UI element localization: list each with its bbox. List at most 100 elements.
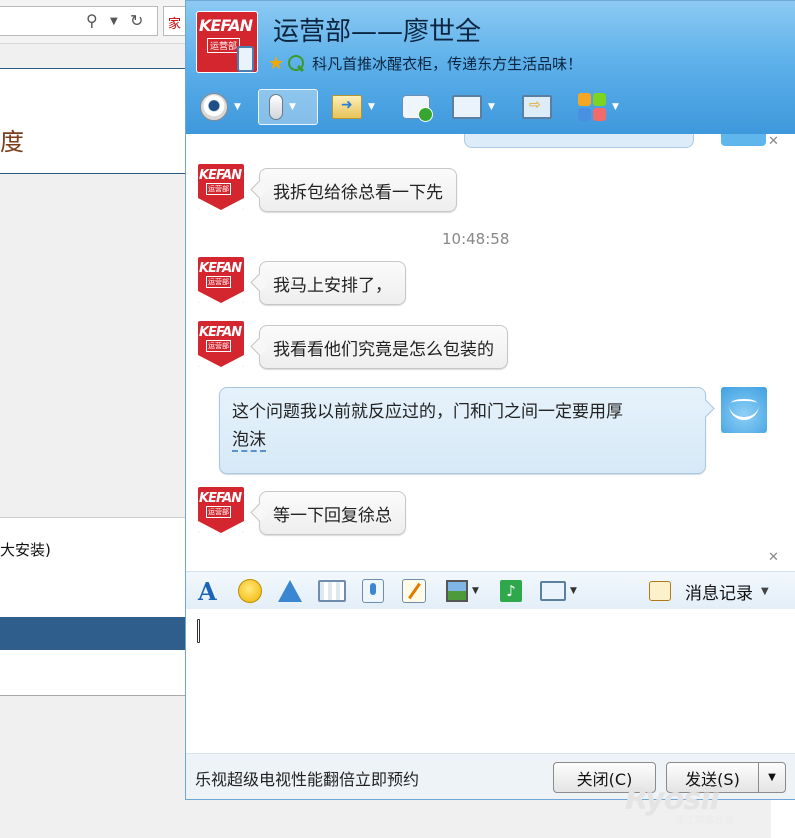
- video-clip-button[interactable]: [318, 578, 346, 604]
- message-input[interactable]: [186, 609, 795, 753]
- avatar-decoration: [198, 198, 244, 210]
- avatar-brand-text: KEFAN: [199, 325, 242, 340]
- address-bar[interactable]: ⚲ ▼ ↻: [0, 6, 158, 36]
- share-screen-icon: [522, 95, 552, 119]
- message-history-label: 消息记录: [685, 583, 753, 604]
- message-bubble: 我看看他们究竟是怎么包装的: [259, 325, 508, 369]
- create-discussion-button[interactable]: [402, 89, 433, 125]
- my-message-bubble: 这个问题我以前就反应过的，门和门之间一定要用厚 泡沫: [219, 387, 706, 474]
- chevron-down-icon: ▼: [570, 586, 577, 596]
- chat-window: KEFAN 运营部 运营部——廖世全 ★ 科凡首推冰醒衣柜，传递东方生活品味！ …: [185, 0, 795, 800]
- message-history-button[interactable]: 消息记录 ▼: [649, 578, 769, 604]
- browser-toolbar: ⚲ ▼ ↻ 家: [0, 0, 190, 44]
- screenshot-icon: [540, 581, 566, 601]
- avatar-decoration: [198, 291, 244, 303]
- chevron-down-icon: ▼: [368, 102, 375, 112]
- screenshot-button[interactable]: ▼: [540, 578, 577, 604]
- handwriting-button[interactable]: [402, 578, 426, 604]
- contact-avatar[interactable]: KEFAN 运营部: [196, 11, 258, 73]
- history-icon: [649, 581, 671, 601]
- my-avatar-partial: [721, 134, 766, 146]
- expand-down-icon[interactable]: ✕: [768, 550, 779, 565]
- bg-content-panel: [0, 68, 190, 174]
- avatar-decoration: [198, 355, 244, 367]
- search-signature-icon[interactable]: [288, 55, 305, 71]
- contact-name: 运营部——廖世全: [273, 17, 482, 47]
- apps-grid-icon: [578, 93, 606, 121]
- collapse-up-icon[interactable]: ✕: [768, 134, 779, 149]
- voice-message-icon: [362, 579, 384, 603]
- star-icon[interactable]: ★: [268, 53, 284, 74]
- font-icon[interactable]: A: [198, 577, 217, 606]
- text-cursor: [197, 619, 200, 643]
- input-toolbar: A ▼ ♪ ▼ 消息记录 ▼: [186, 571, 795, 609]
- bg-section: [0, 517, 190, 617]
- remote-desktop-button[interactable]: ▼: [452, 89, 495, 125]
- avatar-dept-text: 运营部: [206, 340, 231, 352]
- message-bubble: 等一下回复徐总: [259, 491, 406, 535]
- avatar-brand-text: KEFAN: [199, 261, 242, 276]
- contact-message-avatar[interactable]: KEFAN 运营部: [198, 321, 244, 367]
- contact-message-avatar[interactable]: KEFAN 运营部: [198, 257, 244, 303]
- bg-box: [0, 650, 190, 696]
- chevron-down-icon: ▼: [488, 102, 495, 112]
- chat-toolbar: ▼ ▼ ▼ ▼ ▼: [186, 83, 795, 131]
- monitor-icon: [452, 95, 482, 119]
- voice-message-button[interactable]: [362, 578, 384, 604]
- browser-tab[interactable]: 家: [163, 6, 187, 36]
- chevron-down-icon: ▼: [612, 102, 619, 112]
- my-message-line: 这个问题我以前就反应过的，门和门之间一定要用厚: [232, 402, 623, 422]
- shake-button[interactable]: [278, 578, 302, 604]
- message-bubble: 我拆包给徐总看一下先: [259, 168, 457, 212]
- chat-add-icon: [402, 95, 433, 122]
- avatar-dept-text: 运营部: [206, 276, 231, 288]
- contact-message-avatar[interactable]: KEFAN 运营部: [198, 487, 244, 533]
- avatar-dept-text: 运营部: [207, 38, 241, 53]
- smiley-icon: [238, 579, 262, 603]
- shake-window-icon: [278, 580, 302, 602]
- avatar-brand-text: KEFAN: [199, 16, 253, 35]
- pencil-note-icon: [402, 579, 426, 603]
- status-row: ★ 科凡首推冰醒衣柜，传递东方生活品味！: [268, 53, 583, 74]
- image-button[interactable]: ▼: [446, 578, 479, 604]
- refresh-icon[interactable]: ↻: [130, 11, 143, 30]
- send-file-button[interactable]: ▼: [332, 89, 375, 125]
- mobile-phone-icon: [237, 46, 254, 72]
- film-icon: [318, 580, 346, 602]
- image-icon: [446, 580, 468, 602]
- watermark-logo: Ryosii 瑞江网络社区: [625, 782, 775, 832]
- message-list[interactable]: ✕ KEFAN 运营部 我拆包给徐总看一下先 10:48:58 KEFAN 运营…: [186, 134, 795, 571]
- dropdown-arrow-icon[interactable]: ▼: [110, 16, 118, 27]
- microphone-icon: [269, 94, 283, 120]
- chevron-down-icon: ▼: [289, 102, 296, 112]
- contact-signature: 科凡首推冰醒衣柜，传递东方生活品味！: [312, 54, 583, 73]
- emoji-button[interactable]: [238, 578, 262, 604]
- watermark-text: Ryosii: [625, 782, 720, 817]
- chevron-down-icon: ▼: [234, 102, 241, 112]
- folder-transfer-icon: [332, 95, 362, 119]
- webcam-icon: [200, 93, 228, 121]
- bg-heading: 度: [0, 128, 24, 156]
- chat-header: KEFAN 运营部 运营部——廖世全 ★ 科凡首推冰醒衣柜，传递东方生活品味！ …: [186, 1, 795, 134]
- avatar-brand-text: KEFAN: [199, 168, 242, 183]
- message-timestamp: 10:48:58: [442, 230, 510, 248]
- bg-section-text: 大安装): [0, 541, 51, 559]
- chevron-down-icon: ▼: [761, 585, 769, 597]
- avatar-decoration: [198, 521, 244, 533]
- bg-nav-bar: [0, 617, 190, 650]
- apps-button[interactable]: ▼: [578, 89, 619, 125]
- music-button[interactable]: ♪: [500, 578, 522, 604]
- contact-message-avatar[interactable]: KEFAN 运营部: [198, 164, 244, 210]
- voice-call-button[interactable]: ▼: [258, 89, 318, 125]
- message-bubble: 我马上安排了，: [259, 261, 406, 305]
- music-icon: ♪: [500, 580, 522, 602]
- avatar-dept-text: 运营部: [206, 506, 231, 518]
- avatar-brand-text: KEFAN: [199, 491, 242, 506]
- my-avatar[interactable]: [721, 387, 767, 433]
- ad-link[interactable]: 乐视超级电视性能翻倍立即预约: [195, 766, 419, 790]
- previous-message-bubble: [464, 134, 694, 148]
- share-screen-button[interactable]: [522, 89, 552, 125]
- search-icon[interactable]: ⚲: [86, 11, 98, 30]
- video-call-button[interactable]: ▼: [200, 89, 241, 125]
- chevron-down-icon: ▼: [472, 586, 479, 596]
